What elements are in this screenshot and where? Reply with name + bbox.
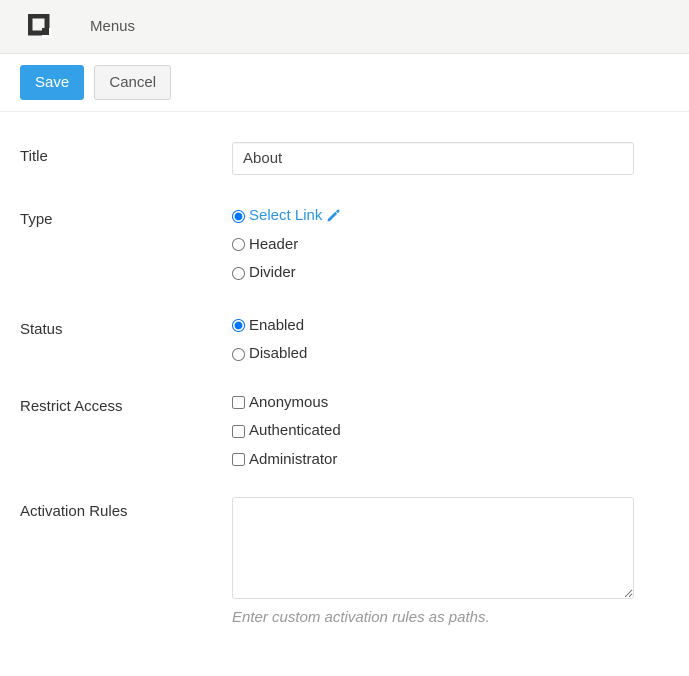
- label-restrict: Restrict Access: [20, 392, 232, 415]
- logo-icon: [28, 14, 54, 40]
- page-title: Menus: [90, 18, 135, 35]
- type-option-header: Header: [232, 234, 634, 257]
- restrict-authenticated-label: Authenticated: [249, 420, 341, 443]
- label-type: Type: [20, 205, 232, 228]
- status-enabled-label: Enabled: [249, 315, 304, 338]
- restrict-anonymous-label: Anonymous: [249, 392, 328, 415]
- app-header: Menus: [0, 0, 689, 54]
- row-activation: Activation Rules Enter custom activation…: [20, 497, 669, 626]
- type-option-select-link: Select Link: [232, 205, 634, 228]
- cancel-button[interactable]: Cancel: [94, 65, 171, 100]
- row-title: Title: [20, 142, 669, 175]
- pencil-icon[interactable]: [326, 209, 340, 223]
- label-status: Status: [20, 315, 232, 338]
- label-title: Title: [20, 142, 232, 165]
- radio-disabled[interactable]: [232, 348, 245, 361]
- activation-textarea[interactable]: [232, 497, 634, 599]
- row-status: Status Enabled Disabled: [20, 315, 669, 366]
- restrict-option-anonymous: Anonymous: [232, 392, 634, 415]
- toolbar: Save Cancel: [0, 54, 689, 112]
- label-activation: Activation Rules: [20, 497, 232, 520]
- radio-select-link[interactable]: [232, 210, 245, 223]
- status-option-disabled: Disabled: [232, 343, 634, 366]
- restrict-option-administrator: Administrator: [232, 449, 634, 472]
- activation-help: Enter custom activation rules as paths.: [232, 609, 634, 626]
- form: Title Type Select Link Header: [0, 112, 689, 676]
- row-restrict: Restrict Access Anonymous Authenticated …: [20, 392, 669, 472]
- restrict-administrator-label: Administrator: [249, 449, 337, 472]
- radio-header[interactable]: [232, 238, 245, 251]
- restrict-option-authenticated: Authenticated: [232, 420, 634, 443]
- type-select-link-label: Select Link: [249, 205, 322, 228]
- checkbox-authenticated[interactable]: [232, 425, 245, 438]
- type-divider-label: Divider: [249, 262, 296, 285]
- checkbox-administrator[interactable]: [232, 453, 245, 466]
- type-header-label: Header: [249, 234, 298, 257]
- status-option-enabled: Enabled: [232, 315, 634, 338]
- type-option-divider: Divider: [232, 262, 634, 285]
- save-button[interactable]: Save: [20, 65, 84, 100]
- radio-enabled[interactable]: [232, 319, 245, 332]
- radio-divider[interactable]: [232, 267, 245, 280]
- title-input[interactable]: [232, 142, 634, 175]
- row-type: Type Select Link Header Divider: [20, 205, 669, 285]
- checkbox-anonymous[interactable]: [232, 396, 245, 409]
- status-disabled-label: Disabled: [249, 343, 307, 366]
